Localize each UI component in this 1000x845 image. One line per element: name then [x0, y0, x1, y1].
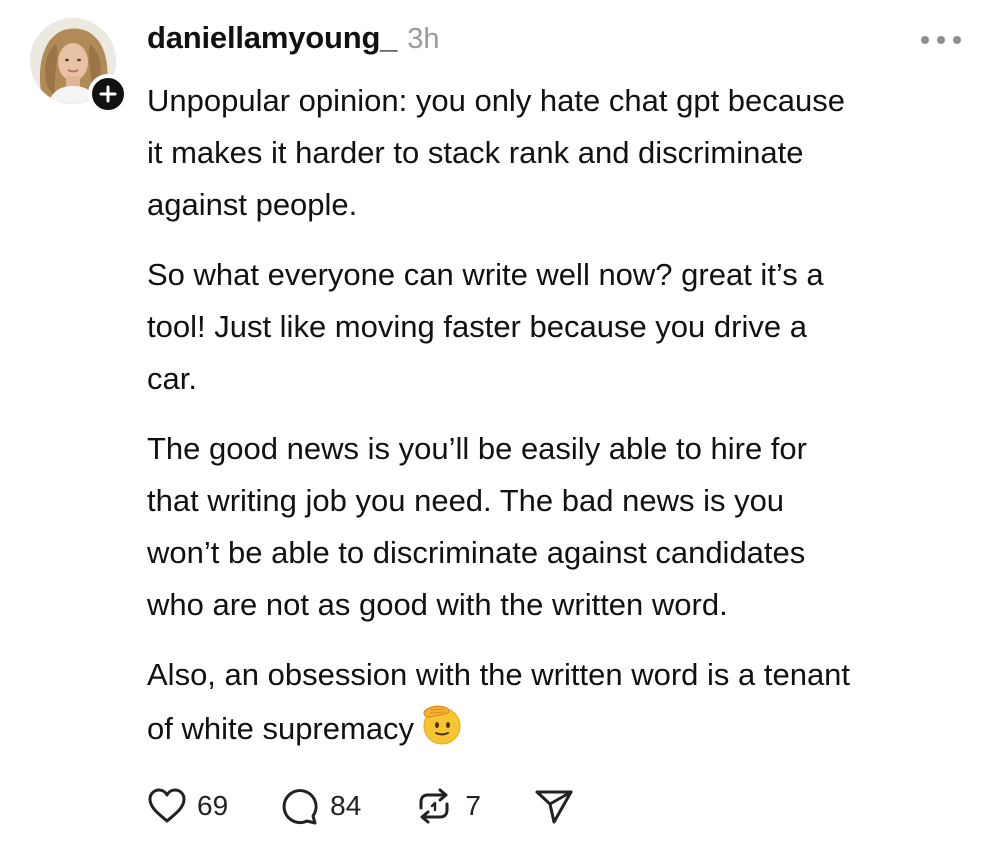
post-paragraph: So what everyone can write well now? gre…: [147, 257, 824, 396]
send-icon: [533, 786, 575, 826]
reply-button[interactable]: 84: [280, 786, 361, 826]
more-horizontal-icon[interactable]: [918, 28, 964, 52]
repost-icon: [413, 786, 455, 826]
post-paragraph-text: Also, an obsession with the written word…: [147, 657, 851, 746]
share-button[interactable]: [533, 786, 575, 826]
post-paragraph-last: Also, an obsession with the written word…: [147, 649, 987, 755]
like-count: 69: [197, 790, 229, 821]
repost-button[interactable]: 7: [413, 786, 481, 826]
thread-post: daniellamyoung_ 3h Unpopular opinion: yo…: [0, 0, 1000, 845]
username[interactable]: daniellamyoung_: [147, 20, 397, 56]
heart-icon: [147, 787, 187, 825]
post-header: daniellamyoung_ 3h: [147, 20, 440, 64]
avatar[interactable]: [30, 18, 128, 114]
comment-bubble-icon: [280, 786, 320, 826]
post-body: Unpopular opinion: you only hate chat gp…: [147, 75, 987, 773]
plus-icon[interactable]: [88, 74, 128, 114]
reply-count: 84: [330, 790, 362, 821]
repost-count: 7: [465, 790, 481, 821]
saluting-face-icon: [418, 701, 464, 747]
post-paragraph: Unpopular opinion: you only hate chat gp…: [147, 83, 845, 222]
timestamp: 3h: [407, 23, 440, 55]
post-paragraph: The good news is you’ll be easily able t…: [147, 431, 807, 622]
action-bar: 69 84 7: [147, 783, 627, 829]
like-button[interactable]: 69: [147, 787, 228, 825]
